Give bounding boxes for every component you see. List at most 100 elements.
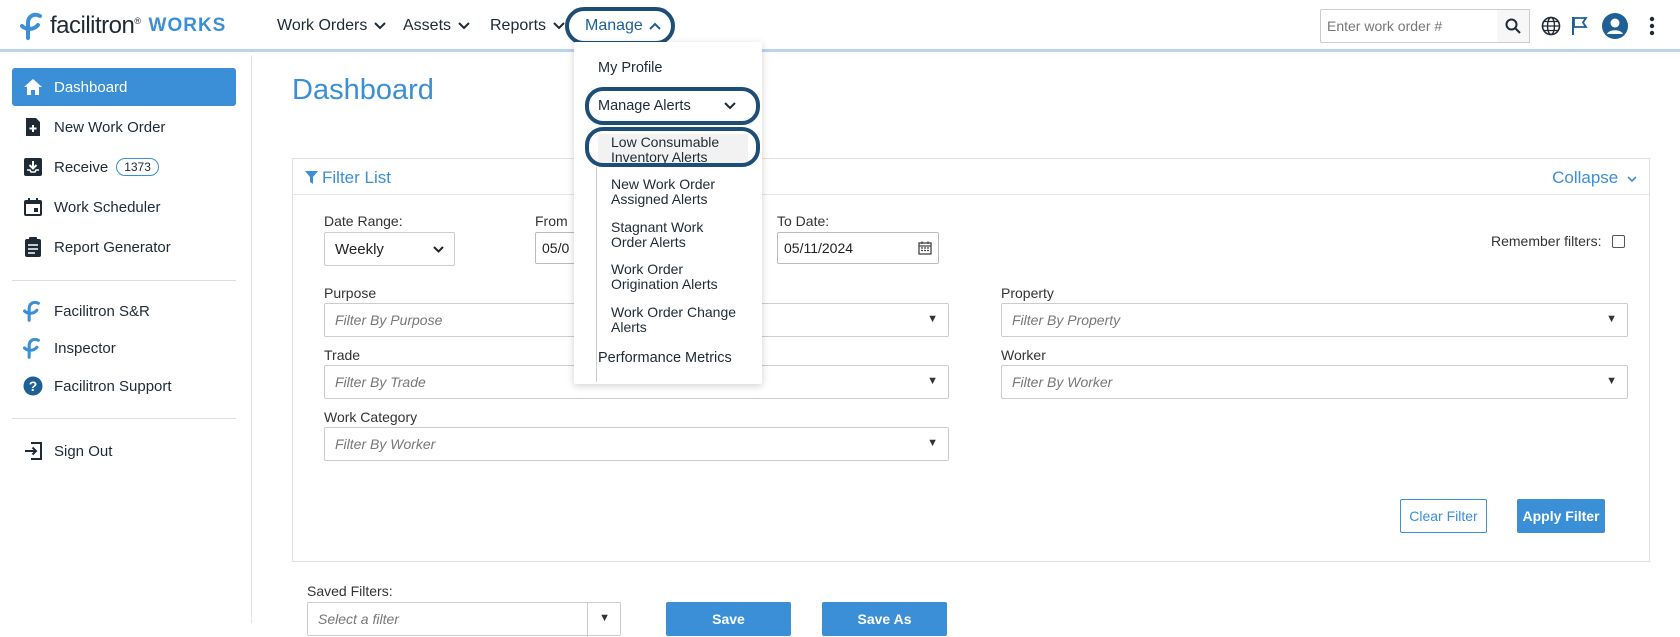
- sidebar-item-label: Sign Out: [54, 442, 113, 460]
- svg-text:?: ?: [29, 378, 38, 394]
- sidebar-item-label: Facilitron S&R: [54, 302, 150, 320]
- collapse-button[interactable]: Collapse: [1552, 168, 1637, 188]
- chevron-down-icon: [433, 246, 444, 253]
- search-button[interactable]: [1497, 9, 1530, 43]
- sidebar-item-label: Dashboard: [54, 78, 128, 96]
- more-options-button[interactable]: [1640, 14, 1664, 38]
- menu-item-performance-metrics[interactable]: Performance Metrics: [598, 350, 732, 366]
- menu-item-my-profile[interactable]: My Profile: [598, 60, 662, 76]
- caret-down-icon: ▼: [927, 313, 938, 325]
- sidebar-item-label: Inspector: [54, 339, 116, 357]
- brand-name: facilitron®: [50, 12, 141, 39]
- date-range-label: Date Range:: [324, 213, 403, 229]
- facilitron-logo-icon: [22, 300, 44, 322]
- menu-item-new-work-order-assigned-alerts[interactable]: New Work Order Assigned Alerts: [611, 177, 751, 207]
- nav-work-orders[interactable]: Work Orders: [277, 0, 387, 52]
- help-icon: ?: [22, 375, 44, 397]
- receive-count-badge: 1373: [116, 158, 159, 176]
- to-date-label: To Date:: [777, 213, 830, 229]
- saved-filters-label: Saved Filters:: [307, 583, 393, 599]
- date-range-select[interactable]: Weekly: [324, 232, 455, 266]
- purpose-label: Purpose: [324, 285, 377, 301]
- page-title: Dashboard: [292, 74, 434, 106]
- sidebar-item-label: Work Scheduler: [54, 198, 161, 216]
- submenu-divider: [596, 167, 597, 382]
- language-button[interactable]: [1539, 14, 1563, 38]
- user-profile-button[interactable]: [1601, 12, 1629, 40]
- property-placeholder: Filter By Property: [1012, 312, 1121, 328]
- apply-filter-button[interactable]: Apply Filter: [1517, 499, 1605, 533]
- search-icon: [1505, 18, 1521, 34]
- kebab-menu-icon: [1649, 16, 1655, 36]
- sidebar-item-label: Receive: [54, 158, 109, 176]
- top-bar: facilitron® WORKS Work Orders Assets Rep…: [0, 0, 1680, 52]
- saved-filters-placeholder: Select a filter: [318, 611, 399, 627]
- sidebar-item-label: New Work Order: [54, 118, 166, 136]
- user-avatar-icon: [1602, 13, 1628, 39]
- sidebar-item-sign-out[interactable]: Sign Out: [12, 432, 236, 470]
- work-category-select[interactable]: Filter By Worker ▼: [324, 427, 949, 461]
- sidebar-item-inspector[interactable]: Inspector: [12, 329, 236, 367]
- purpose-placeholder: Filter By Purpose: [335, 312, 443, 328]
- filter-panel: Filter List Collapse Date Range: Weekly …: [292, 158, 1650, 562]
- filter-list-toggle[interactable]: Filter List: [305, 168, 391, 188]
- menu-item-stagnant-work-order-alerts[interactable]: Stagnant Work Order Alerts: [611, 220, 721, 250]
- sidebar: Dashboard New Work Order Receive 1373 Wo…: [0, 55, 252, 623]
- filter-panel-header: Filter List Collapse: [293, 159, 1649, 195]
- chevron-down-icon: [458, 22, 470, 30]
- clear-filter-button[interactable]: Clear Filter: [1400, 499, 1487, 533]
- save-filter-button[interactable]: Save: [666, 602, 791, 636]
- from-date-input[interactable]: 05/0: [535, 232, 575, 264]
- sidebar-item-facilitron-sr[interactable]: Facilitron S&R: [12, 292, 236, 330]
- property-select[interactable]: Filter By Property ▼: [1001, 303, 1628, 337]
- sidebar-item-new-work-order[interactable]: New Work Order: [12, 108, 236, 146]
- caret-down-icon: ▼: [927, 437, 938, 449]
- nav-assets[interactable]: Assets: [403, 0, 470, 52]
- trade-placeholder: Filter By Trade: [335, 374, 426, 390]
- nav-reports[interactable]: Reports: [490, 0, 565, 52]
- sidebar-divider: [12, 418, 236, 419]
- logo[interactable]: facilitron® WORKS: [20, 10, 226, 42]
- worker-select[interactable]: Filter By Worker ▼: [1001, 365, 1628, 399]
- sidebar-item-report-generator[interactable]: Report Generator: [12, 228, 236, 266]
- nav-work-orders-label: Work Orders: [277, 17, 368, 34]
- caret-down-icon: ▼: [1606, 375, 1617, 387]
- chevron-down-icon: [374, 22, 387, 30]
- sidebar-item-dashboard[interactable]: Dashboard: [12, 68, 236, 106]
- sidebar-item-receive[interactable]: Receive 1373: [12, 148, 236, 186]
- chevron-down-icon: [1627, 176, 1637, 183]
- new-document-icon: [22, 116, 44, 138]
- work-category-placeholder: Filter By Worker: [335, 436, 436, 452]
- worker-placeholder: Filter By Worker: [1012, 374, 1113, 390]
- select-divider: [587, 603, 588, 637]
- work-order-search-input[interactable]: Enter work order #: [1320, 9, 1498, 43]
- work-category-label: Work Category: [324, 409, 418, 425]
- save-as-filter-button[interactable]: Save As: [822, 602, 947, 636]
- chevron-down-icon: [553, 22, 565, 30]
- calendar-icon: [918, 241, 932, 255]
- sidebar-item-facilitron-support[interactable]: ? Facilitron Support: [12, 367, 236, 405]
- worker-label: Worker: [1001, 347, 1046, 363]
- sign-out-icon: [22, 440, 44, 462]
- product-name: WORKS: [148, 15, 227, 36]
- collapse-label: Collapse: [1552, 168, 1619, 187]
- menu-item-work-order-change-alerts[interactable]: Work Order Change Alerts: [611, 305, 756, 335]
- inbox-download-icon: [22, 156, 44, 178]
- nav-assets-label: Assets: [403, 17, 452, 34]
- filter-icon: [305, 171, 318, 184]
- flag-icon: [1572, 17, 1588, 35]
- remember-filters-checkbox[interactable]: [1612, 235, 1625, 248]
- menu-item-work-order-origination-alerts[interactable]: Work Order Origination Alerts: [611, 262, 741, 292]
- sidebar-item-work-scheduler[interactable]: Work Scheduler: [12, 188, 236, 226]
- saved-filters-select[interactable]: Select a filter ▼: [307, 602, 621, 637]
- low-consumable-highlight-ring: [585, 127, 760, 167]
- to-date-input[interactable]: 05/11/2024: [777, 232, 939, 264]
- globe-icon: [1541, 16, 1561, 36]
- caret-down-icon: ▼: [1606, 313, 1617, 325]
- to-date-value: 05/11/2024: [784, 240, 854, 256]
- sidebar-divider: [12, 280, 236, 281]
- flag-button[interactable]: [1568, 14, 1592, 38]
- sidebar-item-label: Facilitron Support: [54, 377, 172, 395]
- remember-filters-label: Remember filters:: [1491, 233, 1602, 249]
- facilitron-logo-icon: [20, 12, 42, 40]
